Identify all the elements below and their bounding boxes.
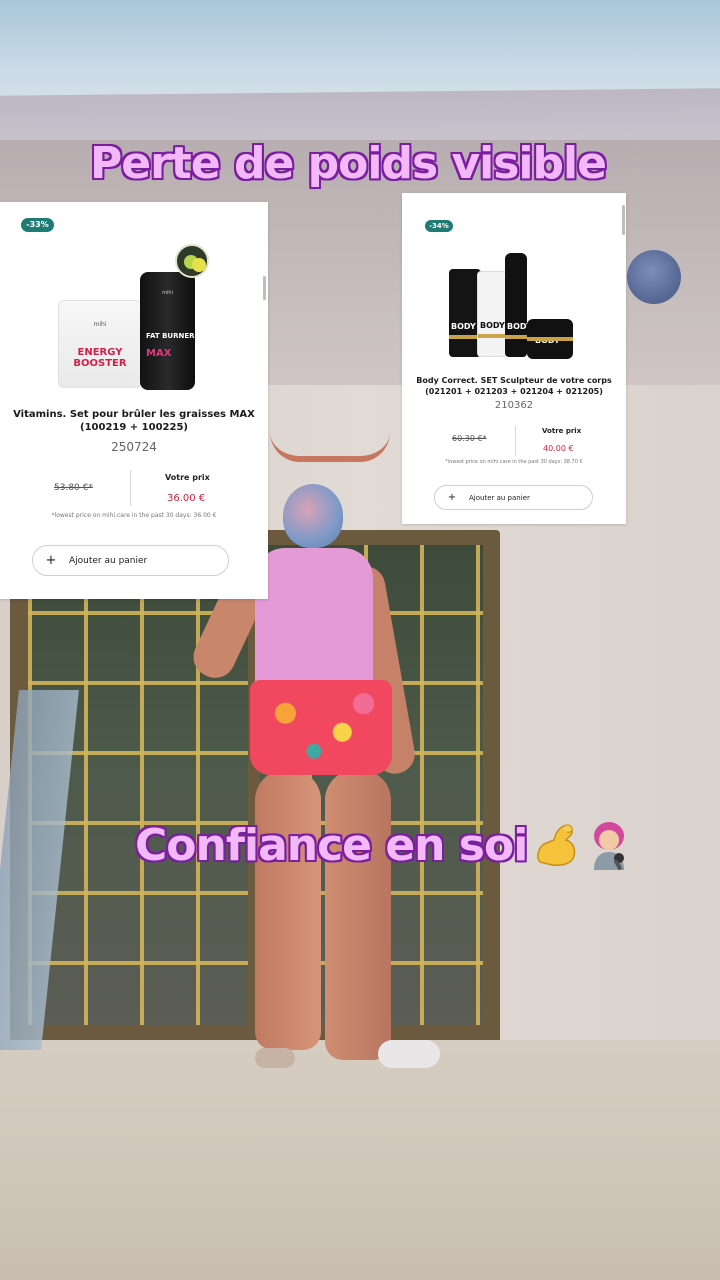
flexed-biceps-icon [537, 824, 576, 866]
caption-self-confidence: Confiance en soi [135, 820, 528, 871]
pink-tank-top [255, 548, 373, 698]
woman-singer-icon [594, 822, 624, 871]
old-price: 60.30 €* [452, 434, 487, 443]
add-to-cart-button[interactable]: + Ajouter au panier [32, 545, 229, 576]
add-to-cart-label: Ajouter au panier [469, 493, 530, 502]
body-label: BODY [451, 322, 476, 331]
energy-booster-label: ENERGY BOOSTER [73, 347, 127, 369]
plus-icon: + [45, 553, 57, 568]
body-label: BODY [480, 321, 505, 330]
product-sku: 210362 [494, 400, 534, 411]
product-image-fat-burner-set: mihi ENERGY BOOSTER mihi FAT BURNER MAX [55, 242, 215, 392]
lowest-price-note: *lowest price on mihi.care in the past 3… [51, 512, 217, 519]
price-divider [515, 426, 516, 456]
current-price: 36.00 € [167, 493, 206, 504]
product-title[interactable]: Body Correct. SET Sculpteur de votre cor… [402, 375, 626, 397]
add-to-cart-button[interactable]: + Ajouter au panier [434, 485, 593, 510]
price-label: Votre prix [165, 473, 210, 482]
white-tube: BODY [477, 271, 507, 357]
max-label: MAX [146, 348, 172, 359]
floral-shorts [250, 680, 392, 775]
head-scarf [283, 484, 343, 548]
product-card-fat-burner[interactable]: -33% mihi ENERGY BOOSTER mihi FAT BURNER… [0, 202, 268, 599]
caption-weight-loss: Perte de poids visible [90, 138, 607, 189]
product-image-body-correct-set: BODY BODY BODY BODY [447, 253, 577, 363]
current-price: 40.00 € [543, 444, 574, 453]
discount-badge: -34% [425, 220, 453, 232]
discount-badge: -33% [21, 218, 54, 232]
pump-bottle: BODY [505, 253, 532, 357]
left-sandal [255, 1048, 295, 1068]
video-background [0, 0, 720, 1280]
old-price: 53.80 €* [54, 483, 93, 493]
price-divider [130, 470, 131, 506]
energy-booster-jar: mihi ENERGY BOOSTER [58, 300, 142, 388]
woman-figure [0, 0, 720, 1280]
product-card-body-sculptor[interactable]: -34% BODY BODY BODY BODY Body Correct. S… [402, 193, 626, 524]
product-title[interactable]: Vitamins. Set pour brûler les graisses M… [0, 408, 268, 434]
fat-burner-label: FAT BURNER [146, 332, 195, 340]
jar-brand-label: mihi [162, 290, 173, 296]
lowest-price-note: *lowest price on mihi.care in the past 3… [445, 459, 583, 465]
fat-burner-jar: mihi FAT BURNER MAX [140, 272, 195, 390]
jar-brand-label: mihi [93, 321, 107, 328]
card-scrollbar[interactable] [622, 205, 625, 235]
card-scrollbar[interactable] [263, 276, 266, 300]
product-sku: 250724 [111, 440, 157, 454]
right-sandal [378, 1040, 440, 1068]
left-leg [255, 770, 321, 1050]
plus-icon: + [447, 492, 457, 503]
add-to-cart-label: Ajouter au panier [69, 555, 148, 566]
right-leg [325, 770, 391, 1060]
cream-tub: BODY [527, 319, 573, 359]
price-label: Votre prix [542, 427, 582, 435]
lime-icon [175, 244, 209, 278]
